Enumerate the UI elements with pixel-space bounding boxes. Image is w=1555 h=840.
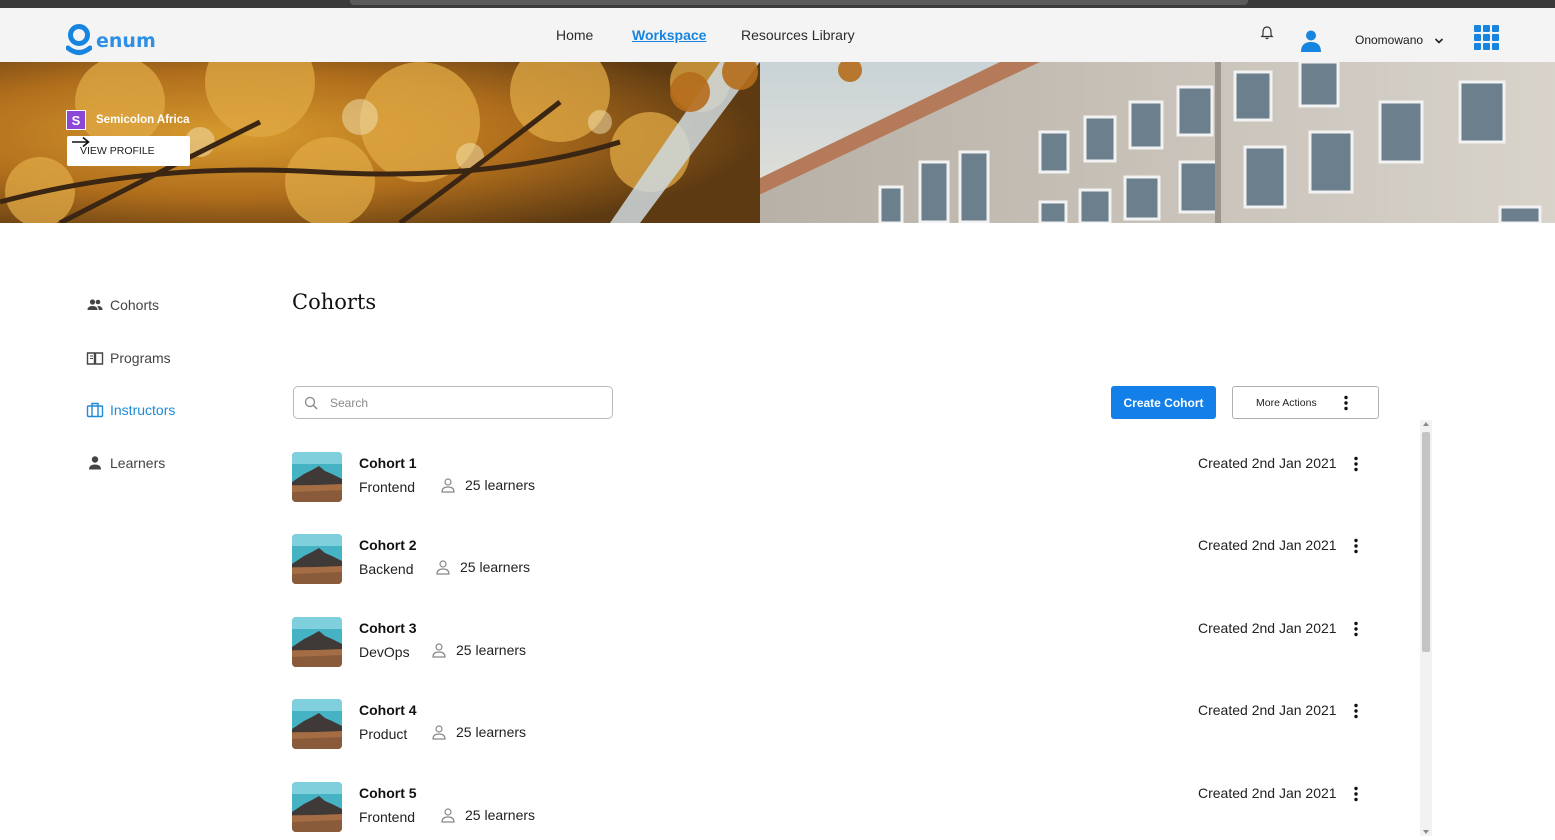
sidebar-item-label: Learners — [110, 455, 166, 471]
cohort-learners-count: 25 learners — [465, 807, 536, 823]
cohort-row[interactable]: Cohort 1 Frontend 25 learners Created 2n… — [292, 452, 1372, 504]
cohort-learners-count: 25 learners — [465, 477, 536, 493]
more-vertical-icon[interactable] — [1350, 703, 1362, 719]
cohort-created-date: Created 2nd Jan 2021 — [1198, 620, 1337, 636]
cohort-track: Product — [359, 726, 408, 742]
cohort-track: Frontend — [359, 479, 416, 495]
top-navbar: enum Home Workspace Resources Library On… — [0, 8, 1555, 62]
book-icon — [86, 352, 104, 365]
scroll-up-arrow[interactable] — [1423, 422, 1429, 426]
cohort-name[interactable]: Cohort 5 — [359, 785, 417, 801]
more-actions-button[interactable]: More Actions — [1232, 386, 1379, 419]
cohort-track: Frontend — [359, 809, 416, 825]
nav-workspace-link[interactable]: Workspace — [632, 27, 706, 43]
more-vertical-icon — [1344, 395, 1348, 411]
organization-badge: S — [66, 110, 86, 130]
cohort-row[interactable]: Cohort 5 Frontend 25 learners Created 2n… — [292, 782, 1372, 834]
cohort-track: DevOps — [359, 644, 410, 660]
organization-label: S Semicolon Africa — [66, 110, 190, 130]
person-icon — [89, 456, 101, 470]
search-icon — [304, 396, 318, 409]
search-input[interactable] — [328, 394, 592, 411]
view-profile-label: VIEW PROFILE — [80, 145, 155, 157]
browser-address-bar — [350, 0, 1248, 5]
more-vertical-icon[interactable] — [1350, 621, 1362, 637]
cohort-thumbnail — [292, 699, 342, 749]
logo-text: enum — [96, 30, 156, 52]
cohort-row[interactable]: Cohort 3 DevOps 25 learners Created 2nd … — [292, 617, 1372, 669]
user-avatar-icon[interactable] — [1299, 28, 1323, 52]
create-cohort-button[interactable]: Create Cohort — [1111, 386, 1216, 419]
bell-icon[interactable] — [1259, 25, 1275, 41]
cohort-learners: 25 learners — [435, 559, 530, 575]
sidebar-item-label: Cohorts — [110, 297, 160, 313]
apps-grid-icon[interactable] — [1474, 25, 1499, 50]
organization-name: Semicolon Africa — [96, 114, 190, 126]
cohort-row[interactable]: Cohort 4 Product 25 learners Created 2nd… — [292, 699, 1372, 751]
cohort-learners-count: 25 learners — [456, 642, 527, 658]
view-profile-button[interactable]: VIEW PROFILE — [67, 136, 190, 166]
cohort-learners: 25 learners — [440, 807, 535, 823]
cohort-learners-count: 25 learners — [456, 724, 527, 740]
cohort-created-date: Created 2nd Jan 2021 — [1198, 455, 1337, 471]
arrow-right-icon — [72, 136, 90, 148]
list-scrollbar[interactable] — [1420, 420, 1432, 836]
sidebar-item-label: Instructors — [110, 402, 176, 418]
sidebar-item-instructors[interactable]: Instructors — [86, 401, 175, 419]
cohort-thumbnail — [292, 782, 342, 832]
cohort-learners: 25 learners — [431, 724, 526, 740]
cohort-learners-count: 25 learners — [460, 559, 531, 575]
logo-mark-icon — [65, 24, 93, 56]
cohort-name[interactable]: Cohort 3 — [359, 620, 417, 636]
banner-image — [0, 62, 1555, 223]
cohort-track: Backend — [359, 561, 414, 577]
chevron-down-icon[interactable] — [1433, 34, 1445, 46]
scrollbar-thumb[interactable] — [1422, 432, 1430, 652]
cohort-name[interactable]: Cohort 4 — [359, 702, 417, 718]
cohort-name[interactable]: Cohort 2 — [359, 537, 417, 553]
sidebar-item-cohorts[interactable]: Cohorts — [86, 296, 159, 314]
cohort-thumbnail — [292, 617, 342, 667]
person-outline-icon — [432, 725, 446, 740]
person-outline-icon — [441, 478, 455, 493]
more-vertical-icon[interactable] — [1350, 538, 1362, 554]
cohort-created-date: Created 2nd Jan 2021 — [1198, 785, 1337, 801]
cohort-row[interactable]: Cohort 2 Backend 25 learners Created 2nd… — [292, 534, 1372, 586]
page-title: Cohorts — [292, 290, 377, 314]
more-actions-label: More Actions — [1256, 396, 1317, 409]
person-outline-icon — [432, 643, 446, 658]
cohort-name[interactable]: Cohort 1 — [359, 455, 417, 471]
cohort-created-date: Created 2nd Jan 2021 — [1198, 537, 1337, 553]
profile-banner: S Semicolon Africa VIEW PROFILE — [0, 62, 1555, 223]
cohort-created-date: Created 2nd Jan 2021 — [1198, 702, 1337, 718]
sidebar-item-learners[interactable]: Learners — [86, 454, 165, 472]
scroll-down-arrow[interactable] — [1423, 830, 1429, 834]
cohort-learners: 25 learners — [440, 477, 535, 493]
cohort-thumbnail — [292, 534, 342, 584]
cohort-thumbnail — [292, 452, 342, 502]
search-box[interactable] — [293, 386, 613, 419]
person-outline-icon — [436, 560, 450, 575]
browser-top-strip — [0, 0, 1555, 8]
nav-home-link[interactable]: Home — [556, 27, 593, 43]
more-vertical-icon[interactable] — [1350, 786, 1362, 802]
username[interactable]: Onomowano — [1355, 33, 1423, 47]
nav-resources-library-link[interactable]: Resources Library — [741, 27, 855, 43]
people-icon — [87, 299, 103, 310]
enum-logo[interactable]: enum — [65, 24, 156, 56]
sidebar-item-label: Programs — [110, 350, 171, 366]
person-outline-icon — [441, 808, 455, 823]
more-vertical-icon[interactable] — [1350, 456, 1362, 472]
cohort-learners: 25 learners — [431, 642, 526, 658]
sidebar-item-programs[interactable]: Programs — [86, 349, 171, 367]
briefcase-icon — [86, 402, 104, 418]
